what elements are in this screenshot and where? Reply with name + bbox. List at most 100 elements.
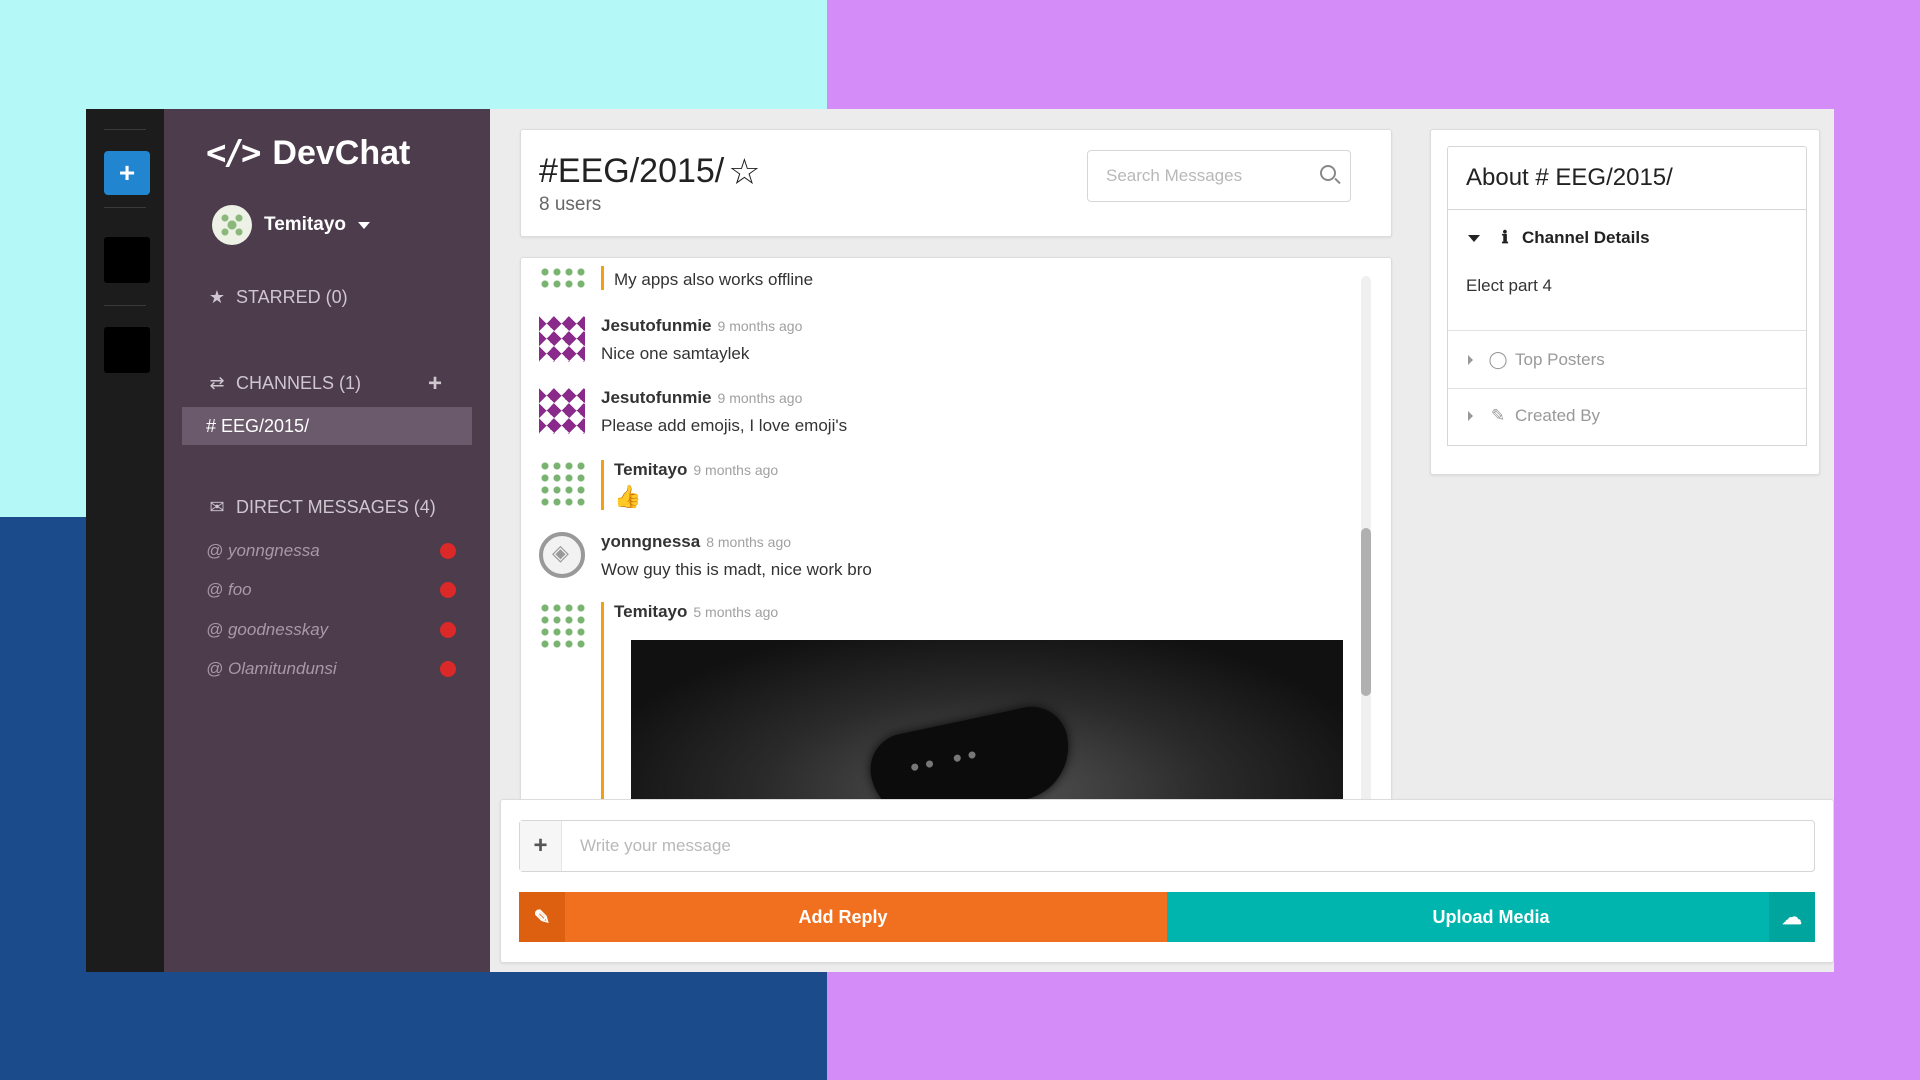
avatar bbox=[539, 266, 585, 290]
divider bbox=[1448, 330, 1806, 331]
strip-divider bbox=[104, 305, 146, 306]
search-box bbox=[1087, 150, 1351, 202]
channel-details-label: Channel Details bbox=[1522, 228, 1650, 247]
exchange-icon: ⇄ bbox=[209, 373, 225, 393]
caret-right-icon bbox=[1468, 411, 1473, 421]
message-author[interactable]: Temitayo bbox=[614, 460, 687, 479]
team-avatar[interactable] bbox=[104, 237, 150, 283]
team-strip: + bbox=[86, 109, 164, 972]
message-body: Jesutofunmie 9 months ago Please add emoj… bbox=[601, 388, 847, 436]
scrollbar[interactable] bbox=[1361, 276, 1371, 811]
dm-user: @ Olamitundunsi bbox=[206, 659, 337, 678]
message-time: 9 months ago bbox=[717, 390, 803, 406]
info-icon: ℹ bbox=[1501, 228, 1509, 247]
star-icon[interactable]: ☆ bbox=[728, 153, 760, 190]
caret-right-icon bbox=[1468, 355, 1473, 365]
dm-user: @ goodnesskay bbox=[206, 620, 329, 639]
user-circle-icon: ◯ bbox=[1488, 350, 1508, 369]
about-title: About # EEG/2015/ bbox=[1447, 146, 1807, 210]
accordion-created-by[interactable]: ✎ Created By bbox=[1468, 406, 1600, 426]
sidebar-item-channel[interactable]: # EEG/2015/ bbox=[182, 407, 472, 445]
message-time: 9 months ago bbox=[693, 462, 779, 478]
message-time: 5 months ago bbox=[693, 604, 779, 620]
channels-section: ⇄ CHANNELS (1) + bbox=[206, 370, 446, 397]
pencil-icon: ✎ bbox=[1490, 406, 1506, 425]
cloud-upload-icon: ☁ bbox=[1769, 892, 1815, 942]
user-name: Temitayo bbox=[264, 214, 347, 235]
created-by-label: Created By bbox=[1515, 406, 1601, 425]
message-body: Temitayo 9 months ago 👍 bbox=[601, 460, 778, 510]
accordion-channel-details[interactable]: ℹ Channel Details bbox=[1468, 228, 1650, 248]
strip-divider bbox=[104, 207, 146, 208]
channel-header: #EEG/2015/ ☆ 8 users bbox=[520, 129, 1392, 237]
message-text: Please add emojis, I love emoji's bbox=[601, 416, 848, 435]
star-icon: ★ bbox=[208, 287, 226, 307]
message-input-wrap: + bbox=[519, 820, 1815, 872]
upload-media-label: Upload Media bbox=[1432, 906, 1550, 927]
message-body: yonngnessa 8 months ago Wow guy this is m… bbox=[601, 532, 872, 580]
brand: </> DevChat bbox=[206, 133, 410, 173]
offline-status-dot bbox=[440, 582, 456, 598]
upload-media-button[interactable]: Upload Media ☁ bbox=[1167, 892, 1815, 942]
plus-icon: + bbox=[533, 832, 548, 859]
dm-item[interactable]: @ foo bbox=[206, 578, 456, 602]
dm-item[interactable]: @ Olamitundunsi bbox=[206, 657, 456, 681]
channel-details-text: Elect part 4 bbox=[1466, 276, 1552, 295]
message-author[interactable]: yonngnessa bbox=[601, 532, 700, 551]
message-image[interactable] bbox=[631, 640, 1343, 816]
strip-divider bbox=[104, 129, 146, 130]
accordion-top-posters[interactable]: ◯ Top Posters bbox=[1468, 350, 1605, 370]
avatar bbox=[539, 602, 585, 648]
user-menu[interactable]: Temitayo bbox=[212, 205, 371, 245]
direct-messages-section: ✉ DIRECT MESSAGES (4) bbox=[206, 497, 436, 518]
about-panel: About # EEG/2015/ ℹ Channel Details Elec… bbox=[1430, 129, 1820, 475]
search-input[interactable] bbox=[1088, 166, 1308, 186]
mail-icon: ✉ bbox=[209, 497, 225, 517]
message-text: Wow guy this is madt, nice work bro bbox=[601, 560, 872, 579]
avatar bbox=[212, 205, 252, 245]
dm-user: @ yonngnessa bbox=[206, 541, 320, 560]
caret-down-icon bbox=[358, 221, 371, 229]
scrollbar-thumb[interactable] bbox=[1361, 528, 1371, 696]
search-icon[interactable] bbox=[1320, 165, 1336, 181]
team-avatar[interactable] bbox=[104, 327, 150, 373]
message-author[interactable]: Temitayo bbox=[614, 602, 687, 621]
channel-user-count: 8 users bbox=[539, 194, 602, 215]
code-icon: </> bbox=[206, 133, 261, 173]
plus-icon: + bbox=[118, 157, 136, 188]
avatar bbox=[539, 316, 585, 362]
message-input[interactable] bbox=[562, 836, 1762, 856]
message-text: Nice one samtaylek bbox=[601, 344, 750, 363]
channel-name: #EEG/2015/ bbox=[539, 152, 725, 190]
divider bbox=[1448, 388, 1806, 389]
top-posters-label: Top Posters bbox=[1515, 350, 1605, 369]
channels-label: CHANNELS (1) bbox=[236, 373, 362, 393]
thumbs-up-emoji: 👍 bbox=[614, 484, 642, 509]
add-channel-button[interactable]: + bbox=[428, 370, 442, 398]
offline-status-dot bbox=[440, 622, 456, 638]
dm-user: @ foo bbox=[206, 580, 252, 599]
message-author[interactable]: Jesutofunmie bbox=[601, 388, 712, 407]
about-accordion: ℹ Channel Details Elect part 4 ◯ Top Pos… bbox=[1447, 210, 1807, 446]
message-author[interactable]: Jesutofunmie bbox=[601, 316, 712, 335]
dm-item[interactable]: @ yonngnessa bbox=[206, 539, 456, 563]
message-time: 9 months ago bbox=[717, 318, 803, 334]
channel-title: #EEG/2015/ ☆ bbox=[539, 152, 761, 191]
edit-icon: ✎ bbox=[519, 892, 565, 942]
avatar bbox=[539, 460, 585, 506]
brand-name: DevChat bbox=[272, 133, 411, 172]
add-reply-button[interactable]: ✎ Add Reply bbox=[519, 892, 1167, 942]
dm-label: DIRECT MESSAGES (4) bbox=[236, 497, 436, 517]
offline-status-dot bbox=[440, 543, 456, 559]
message-body: My apps also works offline bbox=[601, 266, 813, 290]
add-reply-label: Add Reply bbox=[798, 906, 888, 927]
message-text: My apps also works offline bbox=[614, 270, 814, 289]
starred-section[interactable]: ★ STARRED (0) bbox=[206, 287, 348, 308]
add-attachment-button[interactable]: + bbox=[520, 821, 562, 871]
dm-item[interactable]: @ goodnesskay bbox=[206, 618, 456, 642]
message-composer: + ✎ Add Reply Upload Media ☁ bbox=[500, 799, 1834, 963]
add-team-button[interactable]: + bbox=[104, 151, 150, 195]
caret-down-icon bbox=[1468, 234, 1480, 242]
avatar bbox=[539, 388, 585, 434]
offline-status-dot bbox=[440, 661, 456, 677]
